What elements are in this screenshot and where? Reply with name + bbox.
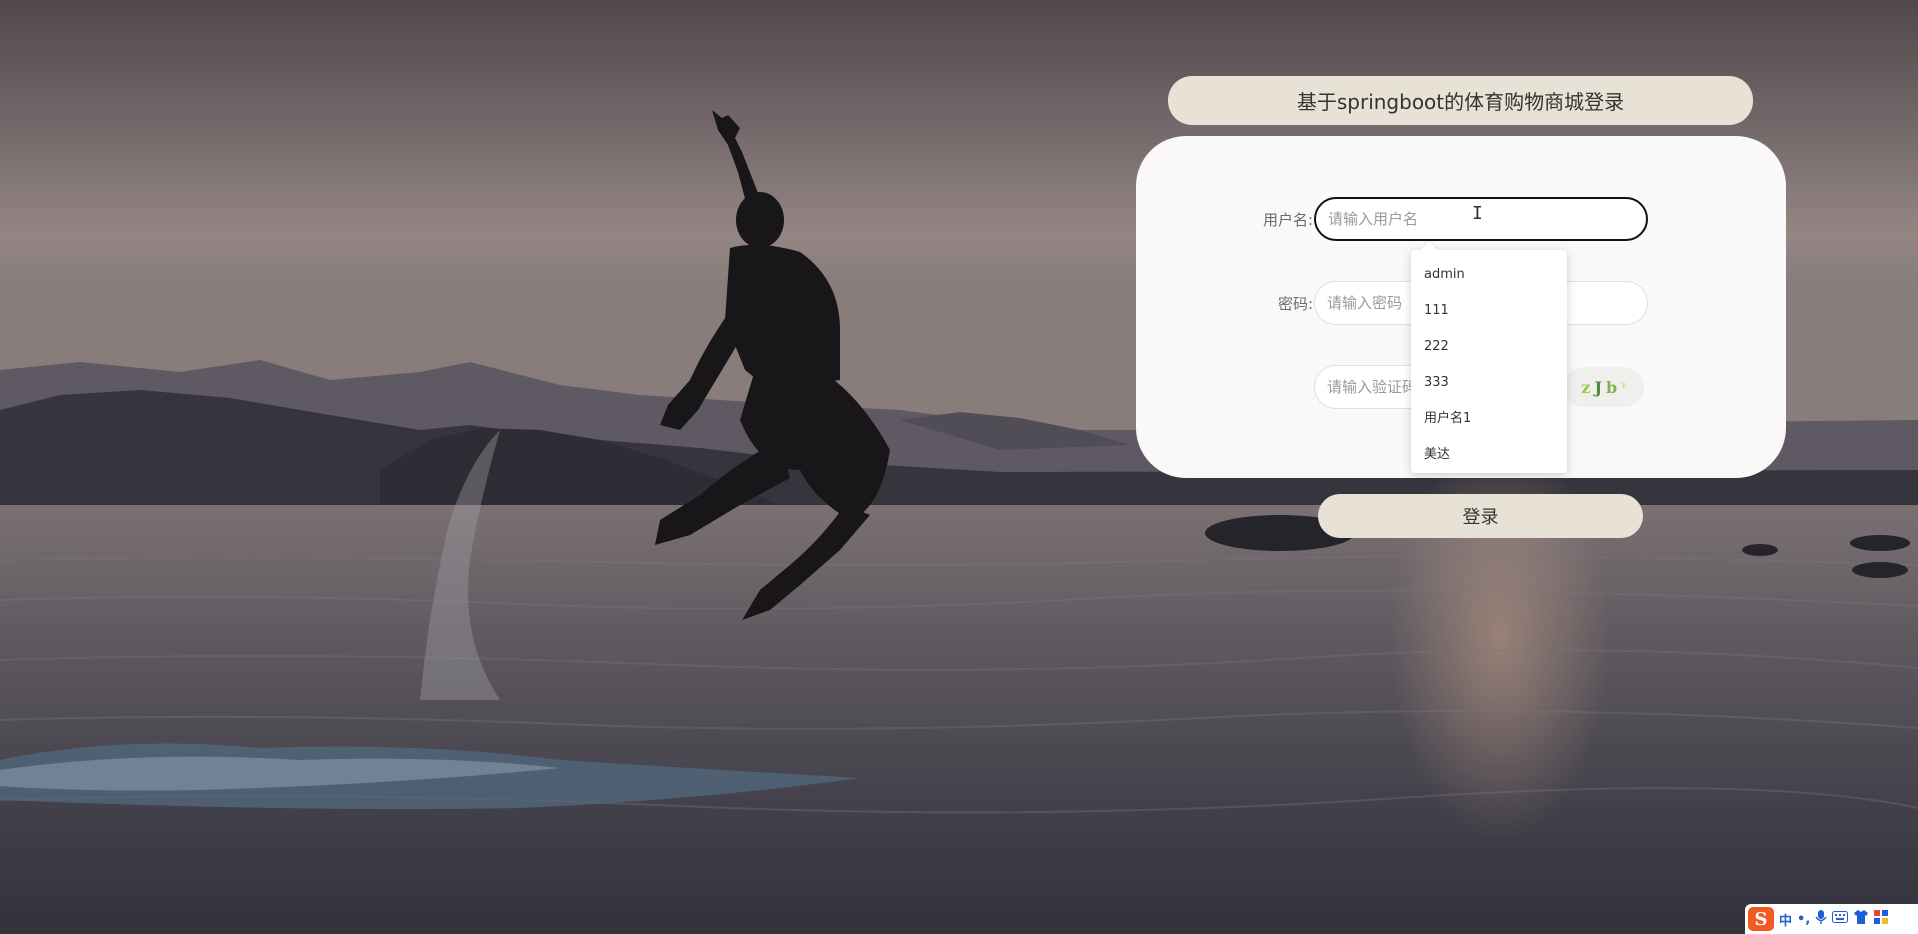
captcha-char: b <box>1606 377 1618 397</box>
autocomplete-item[interactable]: 333 <box>1411 365 1567 401</box>
autocomplete-item[interactable]: 222 <box>1411 329 1567 365</box>
ime-mode-toggle[interactable]: 中 <box>1779 910 1792 929</box>
autocomplete-item[interactable]: 111 <box>1411 293 1567 329</box>
sogou-logo-icon[interactable]: S <box>1748 907 1774 931</box>
login-button[interactable]: 登录 <box>1318 494 1643 538</box>
autocomplete-item[interactable]: admin <box>1411 257 1567 293</box>
username-label: 用户名: <box>1262 210 1313 229</box>
text-cursor-icon: I <box>1472 203 1483 224</box>
username-autocomplete-list: admin 111 222 333 用户名1 美达 <box>1411 250 1567 473</box>
page-title: 基于springboot的体育购物商城登录 <box>1168 76 1753 125</box>
mic-icon[interactable] <box>1815 909 1827 929</box>
captcha-char: J <box>1594 377 1603 397</box>
captcha-image[interactable]: z J b ᵞ <box>1564 367 1644 407</box>
captcha-char: ᵞ <box>1621 379 1627 395</box>
autocomplete-item[interactable]: 美达 <box>1411 437 1567 473</box>
ime-punct-toggle[interactable]: •, <box>1797 912 1810 927</box>
captcha-char: z <box>1581 377 1591 397</box>
password-label: 密码: <box>1277 294 1313 313</box>
skin-icon[interactable] <box>1853 910 1869 928</box>
username-row: 用户名: <box>1136 197 1786 241</box>
autocomplete-item[interactable]: 用户名1 <box>1411 401 1567 437</box>
grid-icon[interactable] <box>1874 910 1889 928</box>
keyboard-icon[interactable] <box>1832 911 1849 927</box>
ime-toolbar[interactable]: S 中 •, <box>1745 904 1918 934</box>
